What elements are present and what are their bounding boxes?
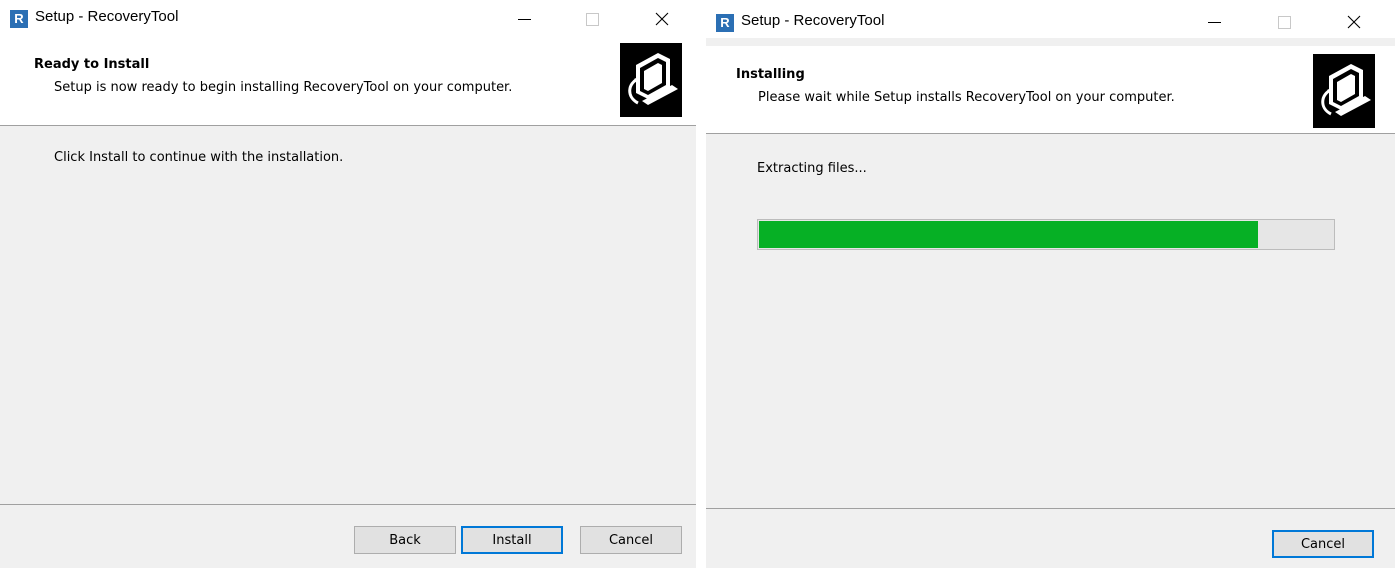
header-subtitle: Setup is now ready to begin installing R… (54, 80, 513, 95)
install-button[interactable]: Install (461, 526, 563, 554)
window-title: Setup - RecoveryTool (35, 8, 179, 25)
header-title: Installing (736, 67, 805, 82)
footer-divider (0, 504, 696, 505)
status-text: Extracting files... (757, 161, 867, 176)
app-icon: R (716, 14, 734, 32)
wizard-header: Installing Please wait while Setup insta… (706, 46, 1395, 134)
install-progress-bar (757, 219, 1335, 250)
setup-window-ready: R Setup - RecoveryTool Ready to Install … (0, 0, 696, 568)
header-title: Ready to Install (34, 57, 150, 72)
setup-window-installing: R Setup - RecoveryTool Installing Please… (706, 0, 1395, 568)
back-button[interactable]: Back (354, 526, 456, 554)
setup-logo-icon (1313, 54, 1375, 128)
setup-logo-icon (620, 43, 682, 117)
body-text: Click Install to continue with the insta… (54, 150, 344, 165)
window-title: Setup - RecoveryTool (741, 12, 885, 29)
minimize-icon[interactable] (502, 0, 546, 38)
wizard-header: Ready to Install Setup is now ready to b… (0, 38, 696, 126)
close-icon[interactable] (1332, 3, 1376, 41)
header-subtitle: Please wait while Setup installs Recover… (758, 90, 1175, 105)
cancel-button[interactable]: Cancel (1272, 530, 1374, 558)
maximize-icon[interactable] (570, 0, 614, 38)
title-bar[interactable]: R Setup - RecoveryTool (0, 0, 696, 38)
minimize-icon[interactable] (1192, 3, 1236, 41)
cancel-button[interactable]: Cancel (580, 526, 682, 554)
footer-divider (706, 508, 1395, 509)
close-icon[interactable] (640, 0, 684, 38)
progress-fill (759, 221, 1259, 248)
maximize-icon[interactable] (1262, 3, 1306, 41)
title-bar[interactable]: R Setup - RecoveryTool (706, 0, 1395, 38)
app-icon: R (10, 10, 28, 28)
window-gap (696, 0, 706, 568)
